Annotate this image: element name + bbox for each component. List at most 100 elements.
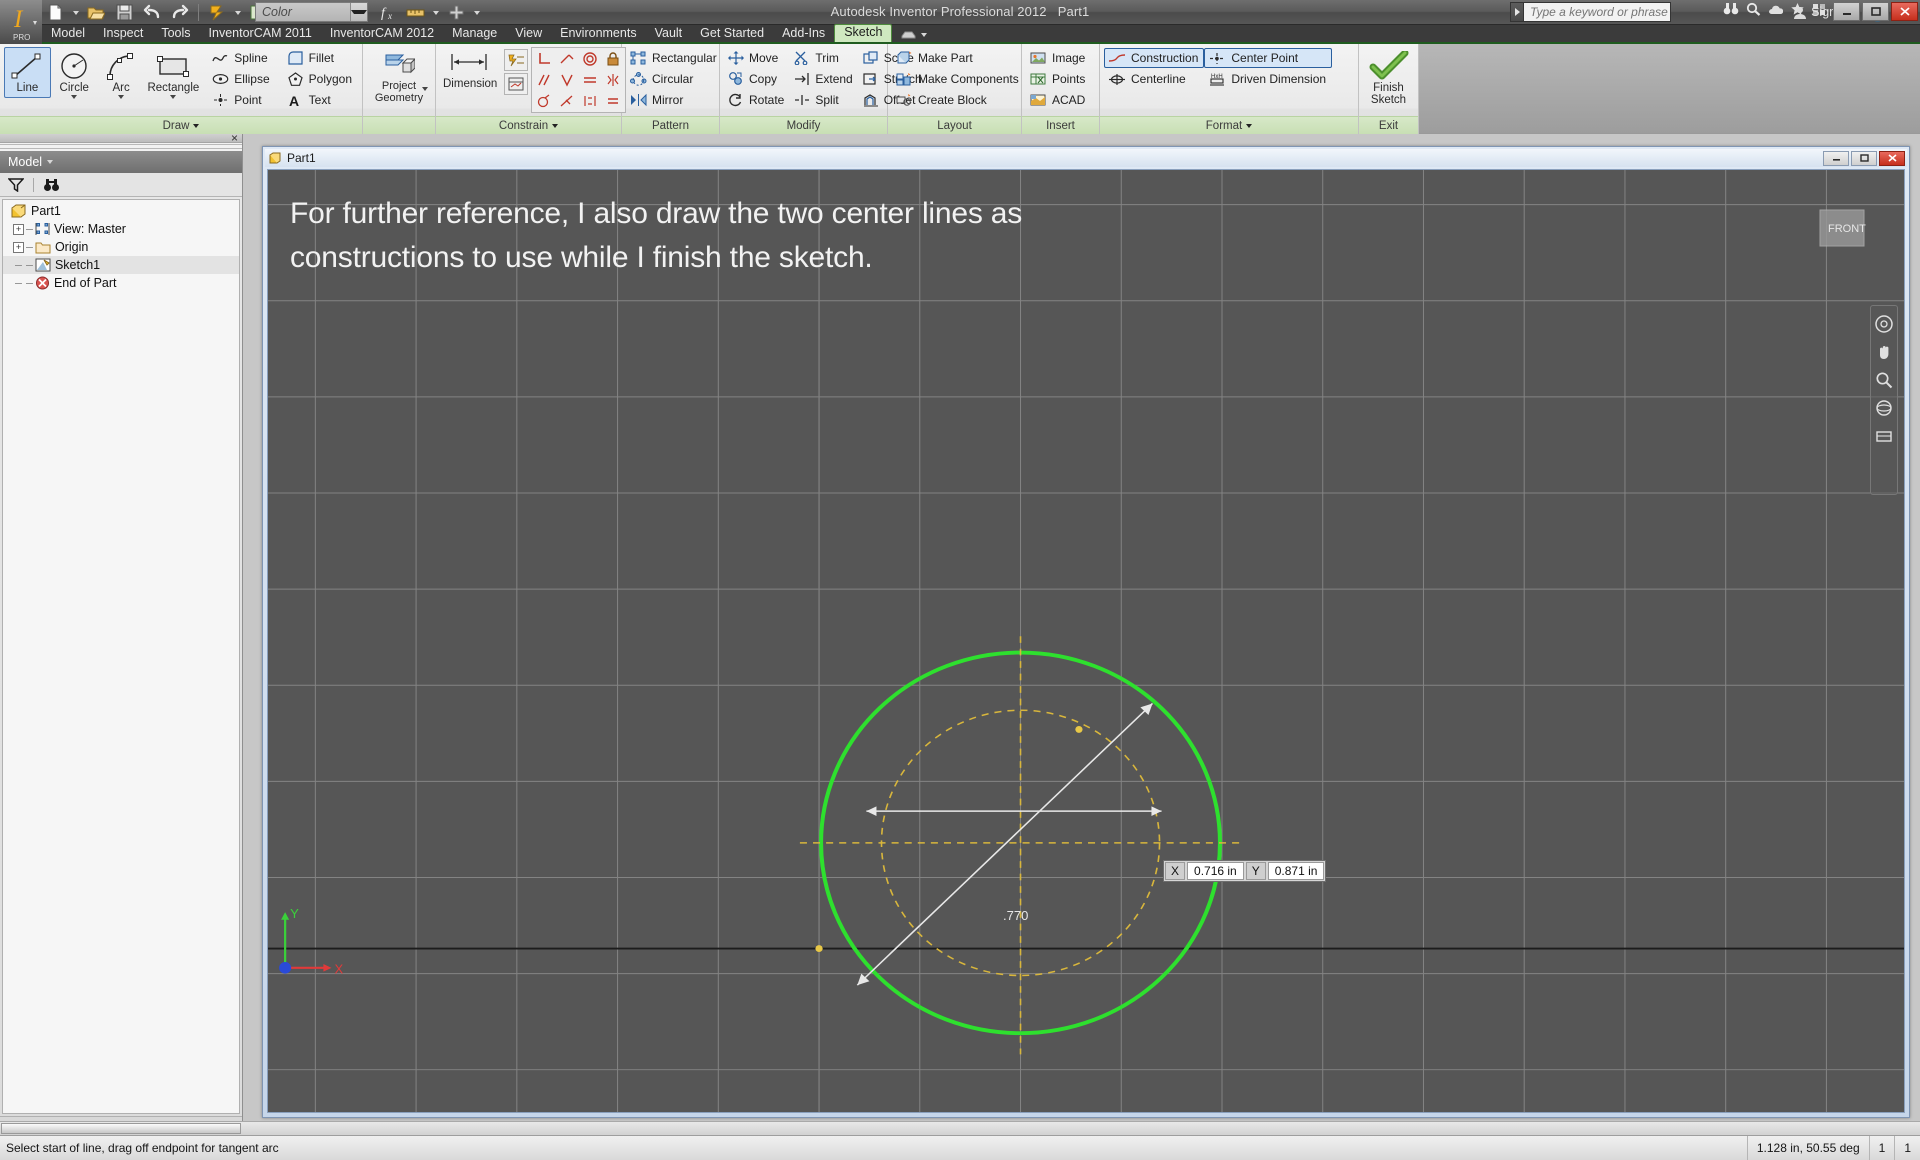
tab-environments[interactable]: Environments <box>551 25 645 42</box>
modify-rotate-button[interactable]: Rotate <box>724 90 790 110</box>
fx-parameters-button[interactable]: fx <box>374 1 400 24</box>
project-geometry-dropdown-icon[interactable] <box>422 87 428 91</box>
draw-spline-button[interactable]: Spline <box>208 48 278 68</box>
measure-button[interactable] <box>402 1 428 24</box>
open-button[interactable] <box>83 1 109 24</box>
coincident-constraint-button[interactable] <box>533 91 555 111</box>
tab-tools[interactable]: Tools <box>152 25 199 42</box>
insert-points-button[interactable]: Points <box>1026 69 1091 89</box>
tangent-constraint-button[interactable] <box>556 70 578 90</box>
draw-polygon-button[interactable]: Polygon <box>283 69 358 89</box>
draw-circle-button[interactable]: Circle <box>51 47 98 103</box>
collinear-constraint-button[interactable] <box>556 91 578 111</box>
perpendicular-constraint-button[interactable] <box>533 49 555 69</box>
modify-copy-button[interactable]: Copy <box>724 69 790 89</box>
draw-line-button[interactable]: Line <box>4 47 51 98</box>
search-box[interactable] <box>1523 2 1671 22</box>
insert-acad-button[interactable]: ACAD <box>1026 90 1091 110</box>
browser-close-icon[interactable]: × <box>231 131 238 145</box>
close-button[interactable] <box>1891 2 1918 21</box>
expander-plus-icon[interactable]: + <box>13 241 24 253</box>
minimize-button[interactable] <box>1833 2 1860 21</box>
finish-sketch-button[interactable]: Finish Sketch <box>1363 47 1414 110</box>
tab-model[interactable]: Model <box>42 25 94 42</box>
maximize-button[interactable] <box>1862 2 1889 21</box>
modify-extend-button[interactable]: Extend <box>790 69 858 89</box>
ribbon-display-options[interactable] <box>892 29 936 42</box>
layout-create-block-button[interactable]: Create Block <box>892 90 1025 110</box>
format-driven-dimension-toggle[interactable]: HxH Driven Dimension <box>1204 69 1332 89</box>
pan-hand-icon[interactable] <box>1874 342 1894 362</box>
undo-button[interactable] <box>139 1 165 24</box>
modify-split-button[interactable]: Split <box>790 90 858 110</box>
save-button[interactable] <box>111 1 137 24</box>
auto-dimension-button[interactable] <box>504 49 529 71</box>
document-minimize-button[interactable] <box>1823 150 1849 166</box>
horizontal-scrollbar[interactable] <box>0 1121 1920 1135</box>
tab-manage[interactable]: Manage <box>443 25 506 42</box>
draw-circle-dropdown-icon[interactable] <box>71 95 78 99</box>
search-input[interactable] <box>1530 5 1670 19</box>
document-title-bar[interactable]: Part1 <box>265 149 1907 167</box>
pattern-mirror-button[interactable]: Mirror <box>626 90 723 110</box>
draw-rectangle-button[interactable]: Rectangle <box>144 47 202 103</box>
equal-length-constraint-button[interactable] <box>579 91 601 111</box>
horizontal-constraint-button[interactable] <box>579 70 601 90</box>
format-centerline-toggle[interactable]: Centerline <box>1104 69 1204 89</box>
format-center-point-toggle[interactable]: Center Point <box>1204 48 1333 68</box>
browser-header[interactable]: Model <box>0 151 242 173</box>
expander-plus-icon[interactable]: + <box>13 223 24 235</box>
add-to-qat-button[interactable] <box>443 1 469 24</box>
tab-sketch[interactable]: Sketch <box>834 24 893 42</box>
draw-fillet-button[interactable]: Fillet <box>283 48 358 68</box>
full-navigation-wheel-icon[interactable] <box>1874 314 1894 334</box>
dimension-value-label[interactable]: .770 <box>1003 908 1028 923</box>
search-dropdown-icon[interactable] <box>1510 2 1523 22</box>
coordinate-y-value[interactable]: 0.871 in <box>1267 862 1325 880</box>
tab-inspect[interactable]: Inspect <box>94 25 152 42</box>
show-constraints-button[interactable] <box>504 73 529 95</box>
format-construction-toggle[interactable]: Construction <box>1104 48 1205 68</box>
layout-make-part-button[interactable]: Make Part <box>892 48 1025 68</box>
dimension-button[interactable]: Dimension <box>440 47 500 94</box>
tree-item-part1[interactable]: Part1 <box>3 202 239 220</box>
browser-header-dropdown-icon[interactable] <box>47 160 54 164</box>
draw-arc-button[interactable]: Arc <box>98 47 145 103</box>
color-dropdown-icon[interactable] <box>350 3 367 21</box>
tab-vault[interactable]: Vault <box>646 25 692 42</box>
tree-item-sketch1[interactable]: – – Sketch1 <box>3 256 239 274</box>
inventor-logo[interactable]: I PRO <box>0 0 42 44</box>
layout-make-components-button[interactable]: Make Components <box>892 69 1025 89</box>
zoom-magnifier-icon[interactable] <box>1874 370 1894 390</box>
tab-get-started[interactable]: Get Started <box>691 25 773 42</box>
scrollbar-thumb[interactable] <box>1 1123 241 1134</box>
measure-dropdown-icon[interactable] <box>430 1 441 24</box>
constrain-panel-dropdown-icon[interactable] <box>552 123 559 128</box>
update-dropdown-icon[interactable] <box>232 1 243 24</box>
format-panel-dropdown-icon[interactable] <box>1246 123 1253 128</box>
tree-item-origin[interactable]: + – Origin <box>3 238 239 256</box>
format-panel-title[interactable]: Format <box>1100 116 1358 134</box>
document-tab[interactable]: Part1 <box>269 151 316 165</box>
coordinate-x-value[interactable]: 0.716 in <box>1187 862 1244 880</box>
update-button[interactable] <box>204 1 230 24</box>
orbit-icon[interactable] <box>1874 398 1894 418</box>
new-dropdown-icon[interactable] <box>70 1 81 24</box>
draw-point-button[interactable]: Point <box>208 90 278 110</box>
look-at-icon[interactable] <box>1874 426 1894 446</box>
find-binoculars-icon[interactable] <box>43 178 60 192</box>
tab-view[interactable]: View <box>506 25 551 42</box>
insert-image-button[interactable]: Image <box>1026 48 1091 68</box>
new-button[interactable] <box>42 1 68 24</box>
filter-icon[interactable] <box>8 177 24 192</box>
autodesk360-icon[interactable] <box>1768 2 1783 16</box>
tree-item-view-master[interactable]: + – View: Master <box>3 220 239 238</box>
sketch-canvas[interactable]: Y X For further reference, I also draw t… <box>267 169 1905 1113</box>
search-binoculars-icon[interactable] <box>1723 2 1739 16</box>
document-maximize-button[interactable] <box>1851 150 1877 166</box>
project-geometry-button[interactable]: Project Geometry <box>367 47 431 108</box>
tab-inventorcam-2011[interactable]: InventorCAM 2011 <box>200 25 321 42</box>
view-cube[interactable]: FRONT <box>1814 204 1870 252</box>
magnifier-icon[interactable] <box>1746 2 1761 16</box>
modify-move-button[interactable]: Move <box>724 48 790 68</box>
